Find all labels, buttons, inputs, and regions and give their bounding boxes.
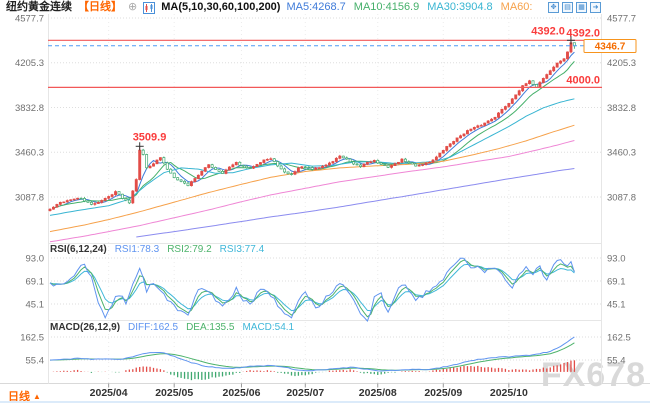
svg-text:45.1: 45.1 [26,299,45,310]
svg-text:4346.7: 4346.7 [595,42,626,53]
chart-app: 纽约黄金连续 【日线】 ⊕ MA(5,10,30,60,100,200) MA5… [0,0,650,403]
ma-legend-value: MA5:4268.7 [286,1,345,14]
candlestick-series [49,40,576,211]
svg-text:2025/06: 2025/06 [222,387,260,399]
zoom-in-chart-icon[interactable]: ▦ [576,2,587,13]
last-price-box: 4346.7 [584,40,636,53]
indicator-value-label: DIFF:162.5 [128,322,178,333]
ma-line-ma5 [54,52,575,208]
window-control-icons: ✥▤▦➜ [548,2,601,13]
circle-plus-icon[interactable]: ⊕ [128,1,137,14]
indicator-param-label: RSI(6,12,24) [50,244,107,255]
indicator-value-label: RSI1:78.3 [115,244,159,255]
macd-header: MACD(26,12,9) DIFF:162.5 DEA:135.5 MACD:54.… [50,322,294,333]
svg-text:69.1: 69.1 [26,276,45,287]
ma-line-ma60 [50,125,574,231]
svg-text:2025/08: 2025/08 [359,387,397,399]
pan-icon[interactable]: ✥ [548,2,559,13]
svg-text:3087.8: 3087.8 [15,192,44,203]
indicator-param-label: MACD(26,12,9) [50,322,120,333]
ma-line-ma100 [50,141,574,242]
svg-text:4000.0: 4000.0 [566,74,600,86]
indicator-value-label: RSI3:77.4 [220,244,264,255]
rsi-header: RSI(6,12,24) RSI1:78.3 RSI2:79.2 RSI3:77.4 [50,244,264,255]
svg-text:162.5: 162.5 [20,333,44,344]
indicator-value-label: MACD:54.1 [242,322,294,333]
svg-text:2025/04: 2025/04 [90,387,128,399]
pan-right-icon[interactable]: ➜ [590,2,601,13]
svg-text:55.4: 55.4 [26,355,45,366]
svg-text:4205.3: 4205.3 [15,58,44,69]
svg-text:4205.3: 4205.3 [607,58,636,69]
chart-header: 纽约黄金连续 【日线】 ⊕ MA(5,10,30,60,100,200) MA5… [6,1,546,14]
ma-lines [50,52,574,242]
svg-text:3460.3: 3460.3 [607,148,636,159]
svg-text:45.1: 45.1 [607,299,626,310]
svg-text:69.1: 69.1 [607,276,626,287]
svg-text:2025/10: 2025/10 [490,387,528,399]
rsi-panel [50,258,574,321]
svg-text:4577.7: 4577.7 [607,14,636,25]
svg-text:4577.7: 4577.7 [15,14,44,25]
caret-up-icon: ▲ [33,392,41,401]
svg-text:2025/05: 2025/05 [155,387,193,399]
ma-legend-value: MA30:3904.8 [427,1,492,14]
svg-text:2025/09: 2025/09 [424,387,462,399]
svg-text:93.0: 93.0 [26,254,45,265]
kline-chart-icon[interactable] [143,2,155,14]
indicator-value-label: RSI2:79.2 [167,244,211,255]
svg-text:93.0: 93.0 [607,254,626,265]
svg-text:2025/07: 2025/07 [286,387,324,399]
candlestick-chart-canvas[interactable]: 4392.0 4000.0 3509.9 4392.0 4346.7 4577.7 4577… [0,0,650,403]
indicator-value-label: DEA:135.5 [186,322,234,333]
svg-text:3460.3: 3460.3 [15,148,44,159]
svg-text:3509.9: 3509.9 [133,131,167,143]
svg-text:55.4: 55.4 [607,355,626,366]
svg-text:3832.8: 3832.8 [15,103,44,114]
svg-text:162.5: 162.5 [607,333,631,344]
price-lines: 4392.0 4000.0 [48,27,602,87]
ma-legend-value: MA60: [501,1,533,14]
ma-params-label: MA(5,10,30,60,100,200) [161,1,280,14]
period-tag[interactable]: 【日线】 [78,1,122,14]
ma-legend-value: MA10:4156.9 [354,1,419,14]
svg-text:3087.8: 3087.8 [607,192,636,203]
zoom-out-chart-icon[interactable]: ▤ [562,2,573,13]
symbol-name: 纽约黄金连续 [6,1,72,14]
svg-text:4392.0: 4392.0 [531,25,565,37]
svg-text:3832.8: 3832.8 [607,103,636,114]
ma-legend-values: MA5:4268.7 MA10:4156.9 MA30:3904.8 MA60: [286,1,532,14]
macd-panel [50,337,574,380]
